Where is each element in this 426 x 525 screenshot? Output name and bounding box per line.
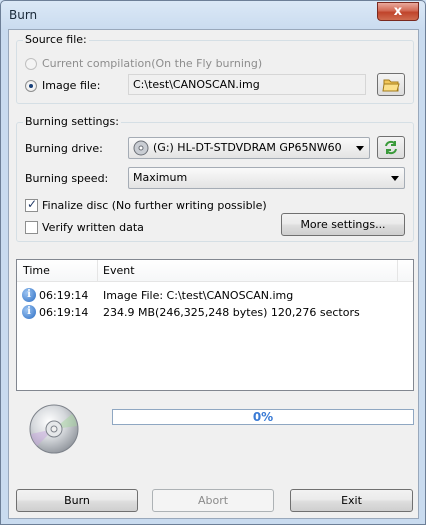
radio-current-compilation-button[interactable]: [25, 57, 37, 70]
folder-icon: [382, 79, 400, 92]
more-settings-label: More settings...: [300, 218, 386, 231]
burning-drive-select[interactable]: (G:) HL-DT-STDVDRAM GP65NW60: [128, 137, 370, 159]
burning-speed-label: Burning speed:: [25, 172, 109, 185]
burn-progress-bar: 0%: [112, 409, 414, 425]
refresh-icon: [385, 140, 397, 155]
info-icon: i: [22, 305, 36, 319]
radio-image-file-button[interactable]: [25, 79, 37, 92]
radio-image-file[interactable]: Image file:: [25, 79, 100, 92]
log-row-time: 06:19:14: [39, 306, 89, 319]
event-log-list[interactable]: Time Event i 06:19:14 Image File: C:\tes…: [16, 259, 414, 391]
source-file-group: Source file: Current compilation(On the …: [16, 33, 414, 104]
close-icon: x: [393, 4, 403, 19]
log-row-event: 234.9 MB(246,325,248 bytes) 120,276 sect…: [103, 306, 360, 319]
window-title: Burn: [9, 8, 38, 22]
burning-speed-value: Maximum: [133, 171, 188, 184]
disc-icon: [29, 404, 79, 454]
column-divider[interactable]: [397, 260, 398, 282]
finalize-disc-box[interactable]: ✓: [25, 197, 38, 212]
radio-current-compilation-label: Current compilation(On the Fly burning): [42, 57, 263, 70]
exit-button[interactable]: Exit: [290, 489, 413, 512]
refresh-drives-button[interactable]: [377, 136, 405, 159]
source-file-group-label: Source file:: [23, 33, 89, 46]
burn-progress-text: 0%: [252, 410, 274, 424]
burning-drive-value: (G:) HL-DT-STDVDRAM GP65NW60: [153, 141, 342, 154]
image-file-path-value: C:\test\CANOSCAN.img: [133, 78, 260, 91]
burning-settings-group: Burning settings: Burning drive: (G:) HL…: [16, 115, 414, 242]
verify-data-checkbox[interactable]: Verify written data: [25, 221, 144, 234]
radio-current-compilation[interactable]: Current compilation(On the Fly burning): [25, 57, 262, 70]
drive-icon: [133, 140, 149, 156]
finalize-disc-label: Finalize disc (No further writing possib…: [42, 199, 267, 212]
column-header-time[interactable]: Time: [17, 260, 97, 282]
info-icon: i: [22, 288, 36, 302]
log-row[interactable]: i 06:19:14 Image File: C:\test\CANOSCAN.…: [17, 287, 413, 304]
title-bar[interactable]: Burn x: [1, 1, 425, 29]
burning-settings-group-label: Burning settings:: [23, 115, 121, 128]
burn-button[interactable]: Burn: [16, 489, 138, 512]
log-row[interactable]: i 06:19:14 234.9 MB(246,325,248 bytes) 1…: [17, 304, 413, 321]
finalize-disc-checkbox[interactable]: ✓ Finalize disc (No further writing poss…: [25, 197, 267, 212]
event-log-header: Time Event: [17, 260, 413, 282]
dialog-body: Source file: Current compilation(On the …: [8, 29, 419, 519]
image-file-path-field[interactable]: C:\test\CANOSCAN.img: [128, 74, 366, 95]
burning-speed-select[interactable]: Maximum: [128, 167, 405, 189]
browse-button[interactable]: [377, 73, 405, 96]
verify-data-label: Verify written data: [42, 221, 144, 234]
radio-image-file-label: Image file:: [42, 79, 101, 92]
exit-button-label: Exit: [341, 494, 362, 507]
abort-button[interactable]: Abort: [152, 489, 274, 512]
log-row-time: 06:19:14: [39, 289, 89, 302]
log-row-event: Image File: C:\test\CANOSCAN.img: [103, 289, 294, 302]
chevron-down-icon: [356, 146, 364, 151]
verify-data-box[interactable]: [25, 221, 38, 234]
abort-button-label: Abort: [197, 494, 229, 507]
column-header-event[interactable]: Event: [97, 260, 397, 282]
burn-button-label: Burn: [64, 494, 90, 507]
burning-drive-label: Burning drive:: [25, 142, 103, 155]
close-button[interactable]: x: [377, 2, 419, 21]
more-settings-button[interactable]: More settings...: [281, 213, 405, 236]
chevron-down-icon: [391, 176, 399, 181]
checkmark-icon: ✓: [27, 197, 38, 211]
burn-window: Burn x Source file: Current compilation(…: [0, 0, 426, 525]
